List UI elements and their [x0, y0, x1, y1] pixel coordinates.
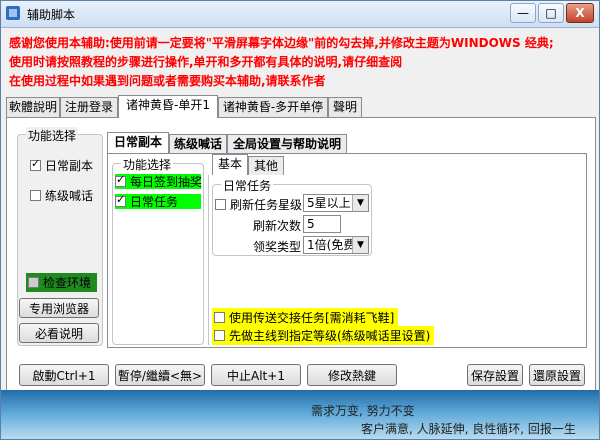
option-label: 日常副本	[45, 159, 94, 173]
checkbox-icon[interactable]	[28, 277, 39, 288]
app-icon	[6, 6, 20, 20]
title-bar[interactable]: 辅助脚本 — □ X	[1, 1, 599, 28]
modify-hotkey-button[interactable]: 修改熱鍵	[307, 364, 397, 386]
checkbox-icon[interactable]	[214, 312, 225, 323]
must-read-button[interactable]: 必看说明	[19, 323, 99, 343]
tab-software-info[interactable]: 軟體說明	[6, 97, 60, 117]
daily-dungeon-page: 功能选择 每日签到抽奖 日常任务 基本 其他 日常任务	[107, 153, 587, 348]
minimize-button[interactable]: —	[510, 3, 536, 23]
select-value: 5星以上	[307, 196, 351, 210]
tab-register-login[interactable]: 注册登录	[60, 97, 118, 117]
tab-other[interactable]: 其他	[248, 156, 284, 175]
close-button[interactable]: X	[566, 3, 594, 23]
option-refresh-star[interactable]: 刷新任务星级	[215, 196, 302, 213]
daily-dungeon-panel: 日常副本 练级喊话 全局设置与帮助说明 功能选择 每日签到抽奖 日常任务 基本	[107, 132, 587, 348]
checkbox-icon[interactable]	[115, 173, 126, 187]
option-level-shout[interactable]: 练级喊话	[30, 187, 93, 204]
daily-task-group: 日常任务 刷新任务星级 5星以上 ▼ 刷新次数 5 领奖类型 1倍(免费) ▼	[212, 177, 372, 256]
maximize-button[interactable]: □	[538, 3, 564, 23]
option-label: 先做主线到指定等级(练级喊话里设置)	[229, 329, 431, 343]
option-teleport-task[interactable]: 使用传送交接任务[需消耗飞鞋]	[212, 308, 399, 327]
check-environment-option[interactable]: 检查环境	[26, 273, 98, 292]
checkbox-icon[interactable]	[214, 330, 225, 341]
pause-button[interactable]: 暫停/繼續<無>	[115, 364, 205, 386]
refresh-count-input[interactable]: 5	[303, 215, 341, 233]
func-group-legend: 功能选择	[121, 156, 174, 173]
tab-page-single: 功能选择 日常副本 练级喊话 检查环境 专用浏览器 必看说明 日常副本 练级喊话…	[6, 117, 596, 393]
stop-button[interactable]: 中止Alt+1	[211, 364, 301, 386]
restore-settings-button[interactable]: 還原設置	[529, 364, 585, 386]
option-label: 刷新任务星级	[230, 198, 303, 212]
option-daily-task[interactable]: 日常任务	[115, 193, 201, 209]
tab-statement[interactable]: 聲明	[328, 97, 362, 117]
option-label: 使用传送交接任务[需消耗飞鞋]	[229, 311, 395, 325]
checkbox-icon[interactable]	[115, 193, 126, 207]
func-select-group: 功能选择 每日签到抽奖 日常任务	[112, 156, 204, 345]
reward-type-select[interactable]: 1倍(免费) ▼	[303, 236, 369, 254]
start-button[interactable]: 啟動Ctrl+1	[19, 364, 109, 386]
left-group-legend: 功能选择	[26, 127, 79, 144]
browser-button[interactable]: 专用浏览器	[19, 298, 99, 318]
reward-type-label: 领奖类型	[253, 240, 302, 254]
option-daily-checkin[interactable]: 每日签到抽奖	[115, 173, 203, 189]
app-window: 辅助脚本 — □ X 感谢您使用本辅助:使用前请一定要将"平滑屏幕字体边缘"前的…	[0, 0, 600, 440]
option-label: 日常任务	[130, 195, 179, 209]
checkbox-icon[interactable]	[30, 190, 41, 201]
tab-global-settings[interactable]: 全局设置与帮助说明	[227, 134, 347, 153]
chevron-down-icon[interactable]: ▼	[352, 237, 368, 253]
footer-slogan-1: 需求万变, 努力不变	[311, 404, 415, 418]
save-settings-button[interactable]: 保存設置	[467, 364, 523, 386]
tab-level-shout[interactable]: 练级喊话	[169, 134, 227, 153]
daily-task-legend: 日常任务	[221, 177, 274, 194]
checkbox-icon[interactable]	[30, 157, 41, 171]
notice-line-3: 在使用过程中如果遇到问题或者需要购买本辅助,请联系作者	[9, 74, 326, 88]
tab-basic[interactable]: 基本	[212, 154, 248, 175]
footer-banner: 需求万变, 努力不变 客户满意, 人脉延伸, 良性循环, 回报一生	[1, 390, 599, 439]
tab-multi-open[interactable]: 诸神黄昏-多开单停	[218, 97, 328, 117]
star-level-select[interactable]: 5星以上 ▼	[303, 194, 369, 212]
option-daily-dungeon[interactable]: 日常副本	[30, 157, 93, 174]
notice-line-2: 使用时请按照教程的步骤进行操作,单开和多开都有具体的说明,请仔细查阅	[9, 55, 403, 69]
option-label: 练级喊话	[45, 189, 94, 203]
notice-line-1: 感谢您使用本辅助:使用前请一定要将"平滑屏幕字体边缘"前的勾去掉,并修改主题为W…	[9, 36, 554, 50]
option-main-quest-level[interactable]: 先做主线到指定等级(练级喊话里设置)	[212, 326, 435, 345]
sub-tab-divider	[208, 175, 209, 345]
tab-daily-dungeon[interactable]: 日常副本	[107, 132, 169, 153]
check-env-label: 检查环境	[43, 276, 92, 290]
footer-slogan-2: 客户满意, 人脉延伸, 良性循环, 回报一生	[361, 422, 576, 436]
chevron-down-icon[interactable]: ▼	[352, 195, 368, 211]
tab-single-open[interactable]: 诸神黄昏-单开1	[118, 95, 218, 118]
window-title: 辅助脚本	[27, 8, 76, 22]
refresh-count-label: 刷新次数	[253, 219, 302, 233]
option-label: 每日签到抽奖	[130, 175, 203, 189]
checkbox-icon[interactable]	[215, 199, 226, 210]
